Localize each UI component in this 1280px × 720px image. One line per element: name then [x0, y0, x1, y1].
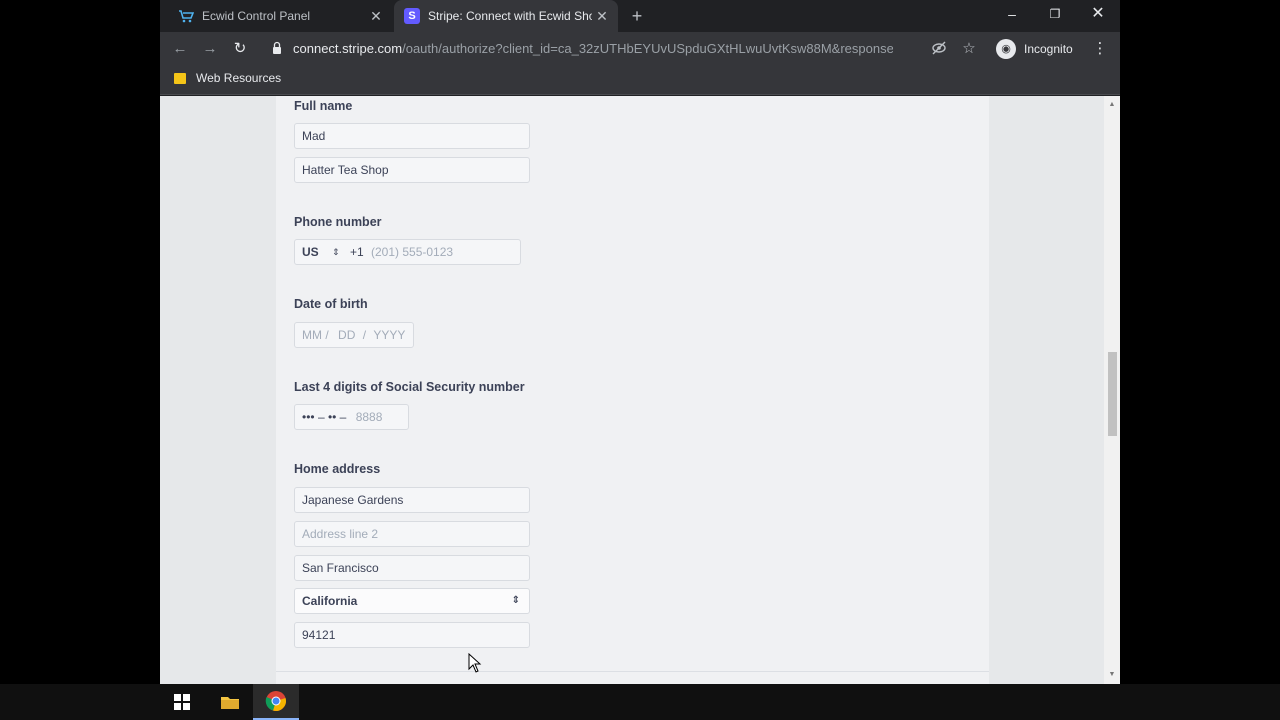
- bookmarks-bar: Web Resources: [160, 66, 1120, 95]
- bookmark-label: Web Resources: [196, 71, 282, 85]
- dob-day: DD: [338, 328, 356, 342]
- restore-icon[interactable]: ❐: [1033, 0, 1077, 28]
- scroll-down-icon[interactable]: ▼: [1104, 668, 1120, 682]
- minimize-icon[interactable]: –: [990, 0, 1034, 28]
- phone-field: US ⇕ +1 (201) 555-0123: [294, 239, 521, 265]
- ssn-label: Last 4 digits of Social Security number: [294, 380, 525, 394]
- phone-number-label: Phone number: [294, 215, 382, 229]
- city-input[interactable]: San Francisco: [294, 555, 530, 581]
- dob-input[interactable]: MM / DD / YYYY: [294, 322, 414, 348]
- tab-title: Stripe: Connect with Ecwid Shopping Cart: [428, 9, 592, 23]
- state-value: California: [302, 594, 358, 608]
- zip-input[interactable]: 94121: [294, 622, 530, 648]
- full-name-label: Full name: [294, 99, 353, 113]
- reload-icon[interactable]: ↻: [228, 37, 252, 61]
- section-divider: [276, 671, 989, 672]
- state-select[interactable]: California ⇕: [294, 588, 530, 614]
- url-path: /oauth/authorize?client_id=ca_32zUTHbEYU…: [402, 41, 893, 56]
- close-tab-icon[interactable]: ✕: [366, 8, 386, 25]
- address-bar[interactable]: connect.stripe.com/oauth/authorize?clien…: [258, 35, 988, 63]
- last-name-input[interactable]: Hatter Tea Shop: [294, 157, 530, 183]
- ssn-placeholder: 8888: [355, 410, 383, 424]
- star-icon[interactable]: ☆: [960, 40, 978, 58]
- browser-window: Ecwid Control Panel ✕ S Stripe: Connect …: [160, 0, 1120, 684]
- close-window-icon[interactable]: ✕: [1076, 0, 1120, 28]
- scroll-thumb[interactable]: [1108, 352, 1117, 436]
- home-address-label: Home address: [294, 462, 381, 476]
- updown-arrows-icon: ⇕: [511, 595, 520, 606]
- phone-country-select[interactable]: US: [302, 240, 319, 264]
- back-icon[interactable]: ←: [168, 37, 192, 61]
- address-line2-input[interactable]: Address line 2: [294, 521, 530, 547]
- tab-ecwid-control-panel[interactable]: Ecwid Control Panel ✕: [168, 0, 392, 32]
- url-host: connect.stripe.com: [293, 41, 403, 56]
- phone-number-input[interactable]: (201) 555-0123: [371, 240, 453, 264]
- close-tab-icon[interactable]: ✕: [592, 8, 612, 25]
- ecwid-cart-icon: [178, 8, 194, 24]
- taskbar: [0, 684, 1280, 720]
- incognito-indicator[interactable]: ◉ Incognito: [996, 38, 1073, 60]
- incognito-label: Incognito: [1024, 42, 1073, 56]
- url-text: connect.stripe.com/oauth/authorize?clien…: [293, 41, 893, 56]
- mouse-cursor-icon: [468, 653, 482, 673]
- browser-toolbar: ← → ↻ connect.stripe.com/oauth/authorize…: [160, 32, 1120, 66]
- lock-icon: [273, 41, 281, 54]
- stripe-form-panel: Full name Mad Hatter Tea Shop Phone numb…: [276, 96, 989, 684]
- dob-month: MM: [302, 328, 322, 342]
- tab-strip: Ecwid Control Panel ✕ S Stripe: Connect …: [160, 0, 1120, 32]
- menu-icon[interactable]: ⋮: [1090, 38, 1110, 60]
- dob-separator: /: [362, 328, 367, 342]
- tab-title: Ecwid Control Panel: [202, 9, 311, 23]
- phone-prefix: +1: [350, 245, 364, 259]
- file-explorer-icon[interactable]: [207, 684, 253, 720]
- first-name-input[interactable]: Mad: [294, 123, 530, 149]
- dob-label: Date of birth: [294, 297, 368, 311]
- address-line1-input[interactable]: Japanese Gardens: [294, 487, 530, 513]
- ssn-mask: ••• – •• –: [302, 410, 347, 424]
- dob-year: YYYY: [373, 328, 406, 342]
- folder-icon: [174, 72, 186, 84]
- forward-icon[interactable]: →: [198, 37, 222, 61]
- stripe-icon: S: [404, 8, 420, 24]
- chrome-taskbar-icon[interactable]: [253, 684, 299, 720]
- ssn-input[interactable]: ••• – •• – 8888: [294, 404, 409, 430]
- windows-start-icon[interactable]: [159, 684, 205, 720]
- eye-off-icon[interactable]: [930, 40, 948, 58]
- bookmark-folder-web-resources[interactable]: Web Resources: [174, 71, 281, 85]
- updown-arrows-icon: ⇕: [332, 247, 340, 257]
- dob-separator: /: [325, 328, 329, 342]
- scroll-up-icon[interactable]: ▲: [1104, 98, 1120, 112]
- incognito-icon: ◉: [996, 39, 1016, 59]
- new-tab-icon[interactable]: +: [626, 5, 648, 27]
- page-scrollbar[interactable]: ▲ ▼: [1104, 96, 1120, 684]
- tab-stripe-connect[interactable]: S Stripe: Connect with Ecwid Shopping Ca…: [394, 0, 618, 32]
- page-viewport: Full name Mad Hatter Tea Shop Phone numb…: [160, 96, 1120, 684]
